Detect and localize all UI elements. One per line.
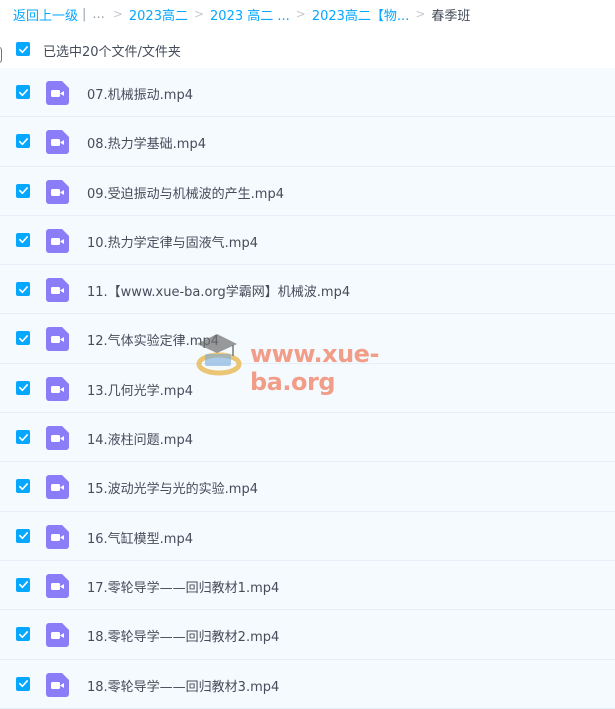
breadcrumb-ellipsis[interactable]: ... — [92, 7, 104, 22]
breadcrumb-item[interactable]: 2023高二【物... — [312, 5, 409, 24]
video-file-icon — [46, 278, 69, 303]
checkmark-icon — [18, 236, 28, 244]
video-file-icon — [46, 524, 69, 549]
file-row[interactable]: 16.气缸模型.mp4 — [0, 511, 615, 561]
checkmark-icon — [18, 45, 28, 53]
file-name[interactable]: 10.热力学定律与固液气.mp4 — [87, 232, 258, 251]
breadcrumb: 返回上一级 | ... > 2023高二 > 2023 高二 ... > 202… — [13, 3, 470, 25]
chevron-right-icon: > — [415, 7, 426, 21]
file-row[interactable]: 18.零轮导学——回归教材3.mp4 — [0, 659, 615, 709]
selection-bar: 已选中20个文件/文件夹 — [0, 35, 615, 65]
file-checkbox[interactable] — [16, 479, 30, 494]
file-checkbox[interactable] — [16, 331, 30, 346]
file-checkbox[interactable] — [16, 134, 30, 149]
video-file-icon — [46, 179, 69, 204]
file-row[interactable]: 18.零轮导学——回归教材2.mp4 — [0, 610, 615, 660]
file-row[interactable]: 08.热力学基础.mp4 — [0, 117, 615, 167]
video-file-icon — [46, 672, 69, 697]
video-file-icon — [46, 573, 69, 598]
file-checkbox[interactable] — [16, 380, 30, 395]
file-name[interactable]: 08.热力学基础.mp4 — [87, 133, 206, 152]
checkmark-icon — [18, 433, 28, 441]
checkmark-icon — [18, 137, 28, 145]
file-name[interactable]: 16.气缸模型.mp4 — [87, 528, 193, 547]
checkmark-icon — [18, 532, 28, 540]
file-checkbox[interactable] — [16, 528, 30, 543]
file-checkbox[interactable] — [16, 430, 30, 445]
chevron-right-icon: > — [112, 7, 123, 21]
file-row[interactable]: 09.受迫振动与机械波的产生.mp4 — [0, 166, 615, 216]
back-link[interactable]: 返回上一级 — [13, 5, 78, 24]
file-checkbox[interactable] — [16, 627, 30, 642]
file-list: 07.机械振动.mp4 08.热力学基础.mp4 09.受迫振动与机械波的产生.mp… — [0, 68, 615, 709]
checkmark-icon — [18, 630, 28, 638]
checkmark-icon — [18, 482, 28, 490]
video-file-icon — [46, 81, 69, 105]
file-row[interactable]: 15.波动光学与光的实验.mp4 — [0, 462, 615, 512]
chevron-right-icon: > — [193, 7, 205, 21]
breadcrumb-divider: | — [82, 6, 87, 22]
file-row[interactable]: 10.热力学定律与固液气.mp4 — [0, 215, 615, 266]
chevron-right-icon: > — [295, 7, 306, 21]
breadcrumb-item[interactable]: 2023 高二 ... — [210, 5, 290, 24]
file-name[interactable]: 13.几何光学.mp4 — [87, 380, 193, 399]
checkmark-icon — [18, 285, 28, 293]
file-row[interactable]: 12.气体实验定律.mp4 — [0, 314, 615, 364]
checkmark-icon — [18, 680, 28, 688]
breadcrumb-current: 春季班 — [431, 8, 471, 24]
file-row[interactable]: 11.【www.xue-ba.org学霸网】机械波.mp4 — [0, 265, 615, 315]
file-row[interactable]: 17.零轮导学——回归教材1.mp4 — [0, 560, 615, 611]
checkmark-icon — [18, 88, 28, 96]
file-name[interactable]: 17.零轮导学——回归教材1.mp4 — [87, 577, 279, 596]
file-name[interactable]: 11.【www.xue-ba.org学霸网】机械波.mp4 — [87, 281, 350, 300]
video-file-icon — [46, 228, 69, 253]
file-checkbox[interactable] — [16, 282, 30, 297]
checkmark-icon — [18, 335, 28, 343]
file-name[interactable]: 12.气体实验定律.mp4 — [87, 330, 219, 349]
file-row[interactable]: 14.液柱问题.mp4 — [0, 413, 615, 463]
select-all-checkbox[interactable] — [16, 42, 30, 56]
file-checkbox[interactable] — [16, 577, 30, 592]
checkmark-icon — [18, 581, 28, 589]
file-checkbox[interactable] — [16, 183, 30, 198]
video-file-icon — [46, 426, 69, 451]
file-name[interactable]: 15.波动光学与光的实验.mp4 — [87, 478, 258, 497]
file-checkbox[interactable] — [16, 676, 30, 691]
video-file-icon — [46, 376, 69, 401]
file-checkbox[interactable] — [16, 232, 30, 247]
file-row[interactable]: 07.机械振动.mp4 — [0, 68, 615, 118]
file-name[interactable]: 18.零轮导学——回归教材2.mp4 — [87, 626, 279, 645]
file-row[interactable]: 13.几何光学.mp4 — [0, 363, 615, 414]
file-name[interactable]: 09.受迫振动与机械波的产生.mp4 — [87, 183, 284, 202]
checkmark-icon — [18, 187, 28, 195]
checkmark-icon — [18, 384, 28, 392]
video-file-icon — [46, 130, 69, 155]
file-name[interactable]: 18.零轮导学——回归教材3.mp4 — [87, 676, 279, 695]
selection-count-text: 已选中20个文件/文件夹 — [43, 45, 181, 60]
video-file-icon — [46, 475, 69, 500]
file-name[interactable]: 07.机械振动.mp4 — [87, 84, 193, 103]
video-file-icon — [46, 327, 69, 352]
breadcrumb-item[interactable]: 2023高二 — [129, 5, 188, 24]
file-name[interactable]: 14.液柱问题.mp4 — [87, 429, 193, 448]
file-checkbox[interactable] — [16, 85, 30, 99]
video-file-icon — [46, 623, 69, 648]
